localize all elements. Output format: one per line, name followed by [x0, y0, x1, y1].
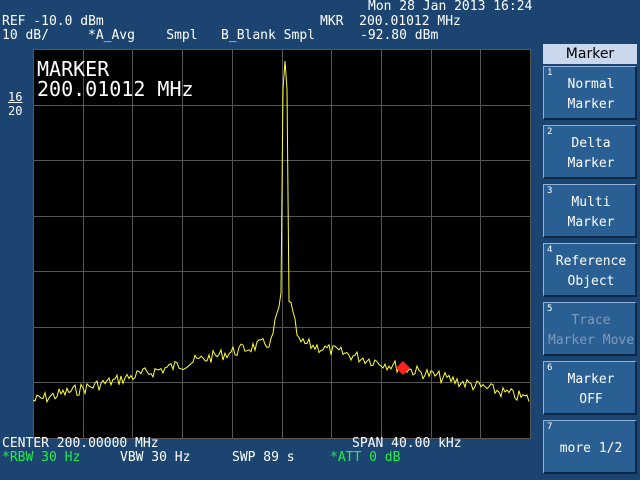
softkey-panel: Marker 1 Normal Marker 2 Delta Marker 3 … [543, 44, 640, 480]
sweep-time-readout: SWP 89 s [232, 450, 295, 465]
key-label-line1: Reference [555, 254, 627, 269]
vbw-readout: VBW 30 Hz [120, 450, 191, 465]
more-menu-button[interactable]: 7 more 1/2 [543, 420, 637, 474]
reference-object-button[interactable]: 4 Reference Object [543, 243, 637, 297]
normal-marker-button[interactable]: 1 Normal Marker [543, 66, 637, 120]
key-label-line1: Multi [571, 195, 611, 210]
spectrum-plot [33, 49, 531, 439]
marker-frequency-readout: MKR 200.01012 MHz [320, 14, 461, 29]
key-number: 7 [547, 422, 553, 432]
attenuation-readout: *ATT 0 dB [330, 450, 401, 465]
menu-title: Marker [543, 44, 637, 64]
key-label-line1: Normal [567, 77, 615, 92]
date-time-readout: Mon 28 Jan 2013 16:24 [368, 0, 533, 14]
spectrum-trace [33, 60, 530, 404]
left-status-bar: 16 20 [0, 49, 32, 439]
trace-mode-readout: *A_Avg Smpl B_Blank Smpl [88, 28, 315, 43]
marker-level-readout: -92.80 dBm [360, 28, 439, 43]
multi-marker-button[interactable]: 3 Multi Marker [543, 184, 637, 238]
key-label-line2: Marker [567, 156, 615, 171]
marker-diamond [396, 361, 410, 375]
key-label-line1: Delta [571, 136, 611, 151]
key-label-line2: Marker [567, 97, 615, 112]
key-label-line1: Marker [567, 372, 615, 387]
center-frequency-readout: CENTER 200.00000 MHz [2, 436, 159, 451]
marker-off-button[interactable]: 6 Marker OFF [543, 361, 637, 415]
key-label-line2: Object [567, 274, 615, 289]
key-label-line2: Marker Move [547, 333, 635, 348]
key-label-line1: more 1/2 [559, 441, 623, 456]
rbw-readout: *RBW 30 Hz [2, 450, 81, 465]
span-readout: SPAN 40.00 kHz [352, 436, 462, 451]
marker-frequency: 200.01012 MHz [37, 77, 194, 101]
trace-marker-move-button[interactable]: 5 Trace Marker Move [543, 302, 637, 356]
spectrum-display[interactable]: MARKER 200.01012 MHz [33, 49, 531, 439]
delta-marker-button[interactable]: 2 Delta Marker [543, 125, 637, 179]
page-total: 20 [8, 104, 23, 118]
marker-title: MARKER [37, 57, 110, 81]
reference-level-readout: REF -10.0 dBm [2, 14, 104, 29]
key-label-line2: Marker [567, 215, 615, 230]
scale-readout: 10 dB/ [2, 28, 49, 43]
key-label-line1: Trace [571, 313, 611, 328]
key-label-line2: OFF [579, 392, 603, 407]
page-current: 16 [8, 90, 23, 104]
